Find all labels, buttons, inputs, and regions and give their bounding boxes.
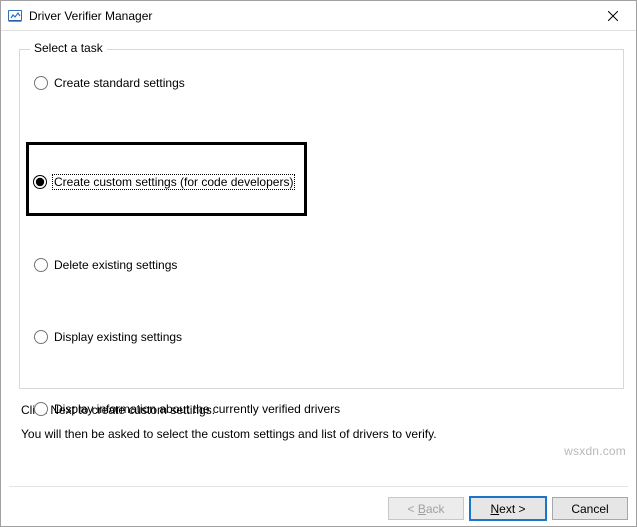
radio-create-custom[interactable] [33,175,47,189]
cancel-label: Cancel [571,502,608,516]
back-mnemonic: B [418,502,426,516]
next-mnemonic: N [490,502,499,516]
label-display-info: Display information about the currently … [54,402,340,416]
back-button: < Back [388,497,464,520]
window-title: Driver Verifier Manager [29,9,590,23]
back-prefix: < [407,502,417,516]
content-area: Select a task Create standard settings C… [1,31,636,461]
label-create-standard: Create standard settings [54,76,185,90]
driver-verifier-window: Driver Verifier Manager Select a task Cr… [0,0,637,527]
back-suffix: ack [426,502,445,516]
titlebar: Driver Verifier Manager [1,1,636,31]
option-create-custom[interactable]: Create custom settings (for code develop… [31,171,296,193]
radio-display-info[interactable] [34,402,48,416]
task-groupbox: Select a task Create standard settings C… [19,49,624,389]
option-display-existing[interactable]: Display existing settings [32,326,611,348]
radio-display-existing[interactable] [34,330,48,344]
close-icon [608,11,618,21]
next-suffix: ext > [499,502,525,516]
label-display-existing: Display existing settings [54,330,182,344]
label-delete-existing: Delete existing settings [54,258,177,272]
option-delete-existing[interactable]: Delete existing settings [32,254,611,276]
wizard-button-bar: < Back Next > Cancel [9,486,628,520]
app-icon [7,8,23,24]
option-display-info[interactable]: Display information about the currently … [32,398,611,420]
hint-line-2: You will then be asked to select the cus… [21,427,624,441]
option-create-standard[interactable]: Create standard settings [32,72,611,94]
group-legend: Select a task [30,41,107,55]
selected-option-highlight: Create custom settings (for code develop… [26,142,307,216]
label-create-custom: Create custom settings (for code develop… [53,175,294,189]
radio-create-standard[interactable] [34,76,48,90]
next-button[interactable]: Next > [470,497,546,520]
close-button[interactable] [590,1,636,31]
radio-delete-existing[interactable] [34,258,48,272]
cancel-button[interactable]: Cancel [552,497,628,520]
